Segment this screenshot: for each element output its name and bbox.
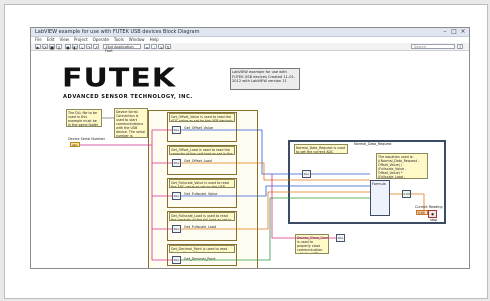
help-icon[interactable]: ?	[457, 44, 463, 50]
reorder-icon[interactable]: ⇅	[165, 44, 171, 50]
wire	[151, 145, 172, 164]
step-over-icon[interactable]: ↷	[86, 44, 92, 50]
distribute-icon[interactable]: ⋮	[151, 44, 157, 50]
align-icon[interactable]: ≡	[144, 44, 150, 50]
wire	[181, 185, 370, 197]
wires-layer	[80, 117, 425, 261]
resize-icon[interactable]: ⇲	[158, 44, 164, 50]
close-icon[interactable]: ×	[459, 29, 467, 35]
pause-icon[interactable]: ∥	[56, 44, 62, 50]
abort-icon[interactable]: ■	[49, 44, 55, 50]
maximize-icon[interactable]: □	[450, 29, 458, 35]
wire	[151, 229, 172, 261]
run-continuously-icon[interactable]: ⟳	[42, 44, 48, 50]
wire	[80, 129, 172, 146]
search-input[interactable]: Search	[411, 44, 455, 49]
wire	[151, 163, 172, 197]
block-diagram-canvas[interactable]: FUTEK ADVANCED SENSOR TECHNOLOGY, INC. L…	[32, 52, 468, 268]
run-arrow-icon[interactable]: ▶	[35, 44, 41, 50]
wire	[181, 162, 370, 181]
highlight-execution-icon[interactable]: ●	[65, 44, 71, 50]
labview-window: LabVIEW example for use with FUTEK USB d…	[30, 27, 470, 269]
window-title: LabVIEW example for use with FUTEK USB d…	[35, 29, 200, 35]
wire	[151, 196, 172, 230]
wire	[181, 129, 302, 175]
step-into-icon[interactable]: ↘	[79, 44, 85, 50]
wire	[181, 191, 370, 230]
retain-wire-values-icon[interactable]: ◧	[72, 44, 78, 50]
wire	[411, 193, 425, 213]
wire	[271, 174, 336, 239]
step-out-icon[interactable]: ↗	[93, 44, 99, 50]
window-titlebar: LabVIEW example for use with FUTEK USB d…	[31, 28, 469, 37]
toolbar: ▶ ⟳ ■ ∥ ● ◧ ↘ ↷ ↗ 15pt Application Font …	[31, 43, 469, 53]
minimize-icon[interactable]: –	[441, 29, 449, 35]
font-selector[interactable]: 15pt Application Font	[103, 44, 141, 53]
